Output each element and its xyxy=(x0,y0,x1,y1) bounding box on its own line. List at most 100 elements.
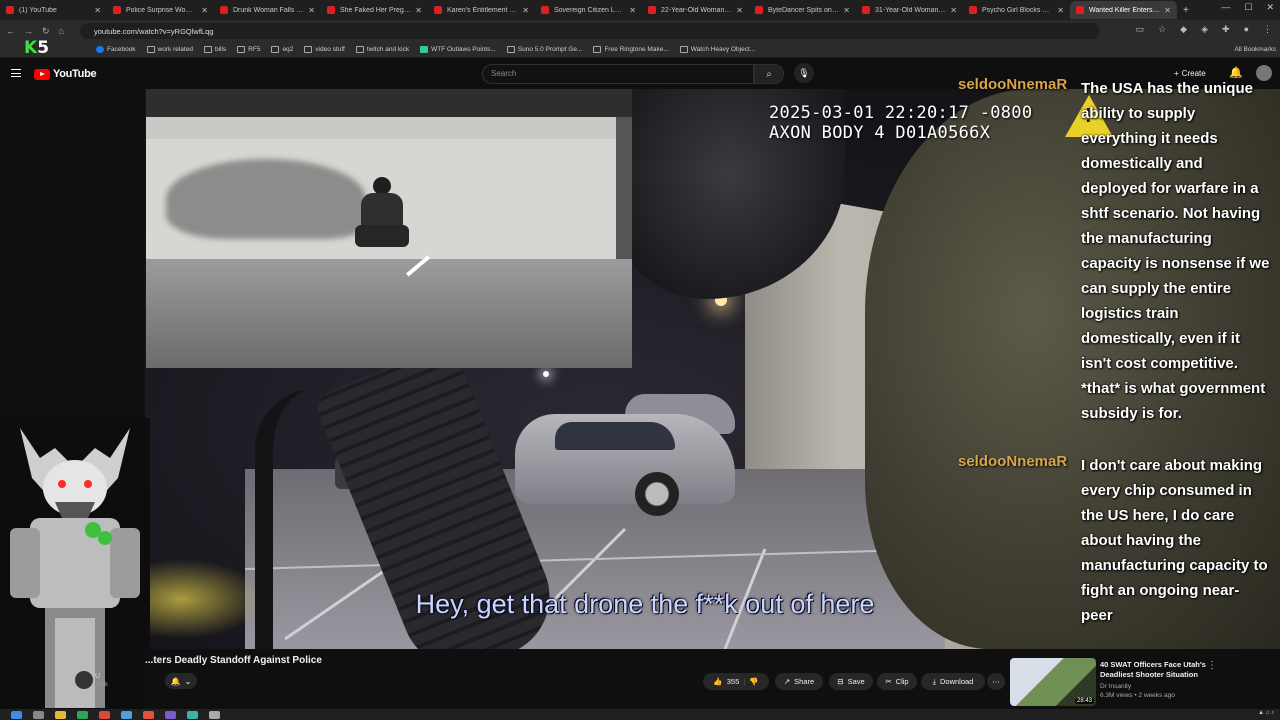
profile-icon[interactable]: ● xyxy=(1244,24,1249,35)
youtube-favicon-icon xyxy=(113,6,121,14)
app-icon[interactable] xyxy=(121,710,132,719)
app-icon[interactable] xyxy=(99,710,110,719)
close-tab-icon[interactable]: ✕ xyxy=(736,6,743,15)
puzzle-icon[interactable]: ✚ xyxy=(1222,24,1230,35)
browser-tab[interactable]: Sovereign Citizen Learns t...✕ xyxy=(535,1,642,19)
forward-icon[interactable]: → xyxy=(24,26,33,37)
related-video-thumbnail[interactable]: 28:43 xyxy=(1010,658,1096,706)
window-controls: — ☐ ✕ xyxy=(1221,2,1274,13)
chat-text: The USA has the unique ability to supply… xyxy=(1081,80,1270,422)
like-button[interactable]: 👍 355 | 👎 xyxy=(703,673,769,690)
download-button[interactable]: ⤓ Download xyxy=(921,673,985,690)
folder-icon xyxy=(203,46,212,53)
browser-tab[interactable]: Karen's Entitlement Turns...✕ xyxy=(428,1,535,19)
car-wheel xyxy=(635,472,679,516)
close-tab-icon[interactable]: ✕ xyxy=(843,6,850,15)
bookmark-item[interactable]: bills xyxy=(203,46,226,53)
thumbs-down-icon[interactable]: 👎 xyxy=(749,677,758,686)
related-video-meta: 6.3M views • 2 weeks ago xyxy=(1100,692,1175,699)
related-video-item[interactable]: 28:43 40 SWAT Officers Face Utah's Deadl… xyxy=(1010,658,1280,706)
floor xyxy=(146,259,632,368)
youtube-favicon-icon xyxy=(434,6,442,14)
chrome-icon[interactable] xyxy=(143,710,154,719)
share-button[interactable]: ↗ Share xyxy=(775,673,823,690)
channel-name[interactable]: U xyxy=(95,673,100,680)
save-button[interactable]: ⊟ Save xyxy=(829,673,873,690)
search-input[interactable]: Search xyxy=(482,64,754,84)
close-tab-icon[interactable]: ✕ xyxy=(308,6,315,15)
minimize-icon[interactable]: — xyxy=(1221,2,1230,13)
browser-tab-active[interactable]: Wanted Killer Enters D... ✕ xyxy=(1070,1,1177,19)
browser-tab[interactable]: She Faked Her Pregnancy✕ xyxy=(321,1,428,19)
bookmark-item[interactable]: eq2 xyxy=(271,46,293,53)
reload-icon[interactable]: ↻ xyxy=(42,26,50,37)
bookmark-item[interactable]: Suno 5.0 Prompt Ge... xyxy=(506,46,582,53)
all-bookmarks-button[interactable]: All Bookmarks xyxy=(1234,46,1276,53)
suspect-figure xyxy=(353,177,409,251)
browser-tab[interactable]: Psycho Girl Blocks Boyfrie...✕ xyxy=(963,1,1070,19)
close-window-icon[interactable]: ✕ xyxy=(1266,2,1274,13)
browser-tab[interactable]: Police Surprise Woman at...✕ xyxy=(107,1,214,19)
related-video-channel[interactable]: Dr Insanity xyxy=(1100,683,1131,690)
clip-button[interactable]: ✂ Clip xyxy=(877,673,917,690)
youtube-favicon-icon xyxy=(969,6,977,14)
new-tab-button[interactable]: + xyxy=(1183,5,1189,16)
youtube-play-icon xyxy=(34,68,50,80)
site-icon xyxy=(420,46,429,53)
bookmark-item[interactable]: work related xyxy=(146,46,193,53)
app-icon[interactable] xyxy=(187,710,198,719)
subscribe-bell-button[interactable]: 🔔 ⌄ xyxy=(165,673,197,689)
bookmark-item[interactable]: Free Ringtone Make... xyxy=(593,46,669,53)
app-icon[interactable] xyxy=(165,710,176,719)
more-actions-button[interactable]: ⋯ xyxy=(987,673,1005,690)
folder-icon xyxy=(146,46,155,53)
browser-tab[interactable]: Drunk Woman Falls Off B...✕ xyxy=(214,1,321,19)
app-icon[interactable] xyxy=(209,710,220,719)
close-tab-icon[interactable]: ✕ xyxy=(1057,6,1064,15)
start-icon[interactable] xyxy=(11,710,22,719)
close-tab-icon[interactable]: ✕ xyxy=(415,6,422,15)
extension-icon[interactable]: ◆ xyxy=(1180,24,1187,35)
bookmark-item[interactable]: Facebook xyxy=(96,46,136,53)
bookmark-star-icon[interactable]: ☆ xyxy=(1158,24,1166,35)
bookmark-item[interactable]: video stuff xyxy=(304,46,345,53)
home-icon[interactable]: ⌂ xyxy=(59,26,64,37)
url-field[interactable]: youtube.com/watch?v=yRGQlwfLqg xyxy=(80,23,1100,39)
browser-tab[interactable]: 22-Year-Old Woman Kicks...✕ xyxy=(642,1,749,19)
browser-tab[interactable]: (1) YouTube ✕ xyxy=(0,1,107,19)
cast-icon[interactable]: ▭ xyxy=(1136,24,1145,35)
menu-dots-icon[interactable]: ⋮ xyxy=(1263,24,1272,35)
extension-icon[interactable]: ◈ xyxy=(1201,24,1208,35)
youtube-logo[interactable]: YouTube xyxy=(34,68,97,80)
microphone-icon: 🎙 xyxy=(798,67,810,78)
close-tab-icon[interactable]: ✕ xyxy=(522,6,529,15)
close-tab-icon[interactable]: ✕ xyxy=(629,6,636,15)
chat-overlay: seldooNnemaR The USA has the unique abil… xyxy=(950,76,1280,636)
back-icon[interactable]: ← xyxy=(6,26,15,37)
bookmark-item[interactable]: WTF Outlaws Points... xyxy=(420,46,496,53)
close-tab-icon[interactable]: ✕ xyxy=(94,6,101,15)
thumbs-up-icon: 👍 xyxy=(713,677,723,686)
hamburger-menu-icon[interactable] xyxy=(11,69,21,77)
related-video-title[interactable]: 40 SWAT Officers Face Utah's Deadliest S… xyxy=(1100,660,1210,680)
more-options-icon[interactable]: ⋮ xyxy=(1207,660,1217,671)
folder-icon[interactable] xyxy=(55,710,66,719)
bookmark-item[interactable]: twitch and kick xyxy=(355,46,409,53)
browser-tab[interactable]: 31-Year-Old Woman With...✕ xyxy=(856,1,963,19)
app-icon[interactable] xyxy=(77,710,88,719)
close-tab-icon[interactable]: ✕ xyxy=(950,6,957,15)
download-icon: ⤓ xyxy=(932,676,936,686)
search-icon[interactable] xyxy=(33,710,44,719)
channel-avatar[interactable] xyxy=(75,671,93,689)
close-tab-icon[interactable]: ✕ xyxy=(201,6,208,15)
maximize-icon[interactable]: ☐ xyxy=(1244,2,1252,13)
bookmark-item[interactable]: Watch Heavy Object... xyxy=(679,46,755,53)
voice-search-button[interactable]: 🎙 xyxy=(794,63,814,83)
site-icon xyxy=(679,46,688,53)
bookmark-item[interactable]: RF5 xyxy=(237,46,260,53)
close-tab-icon[interactable]: ✕ xyxy=(1164,6,1171,15)
search-button[interactable]: ⌕ xyxy=(754,64,784,84)
youtube-favicon-icon xyxy=(327,6,335,14)
os-taskbar: ▲ ⌂ ♪ xyxy=(0,709,1280,720)
browser-tab[interactable]: ByteDancer Spits on Staff...✕ xyxy=(749,1,856,19)
